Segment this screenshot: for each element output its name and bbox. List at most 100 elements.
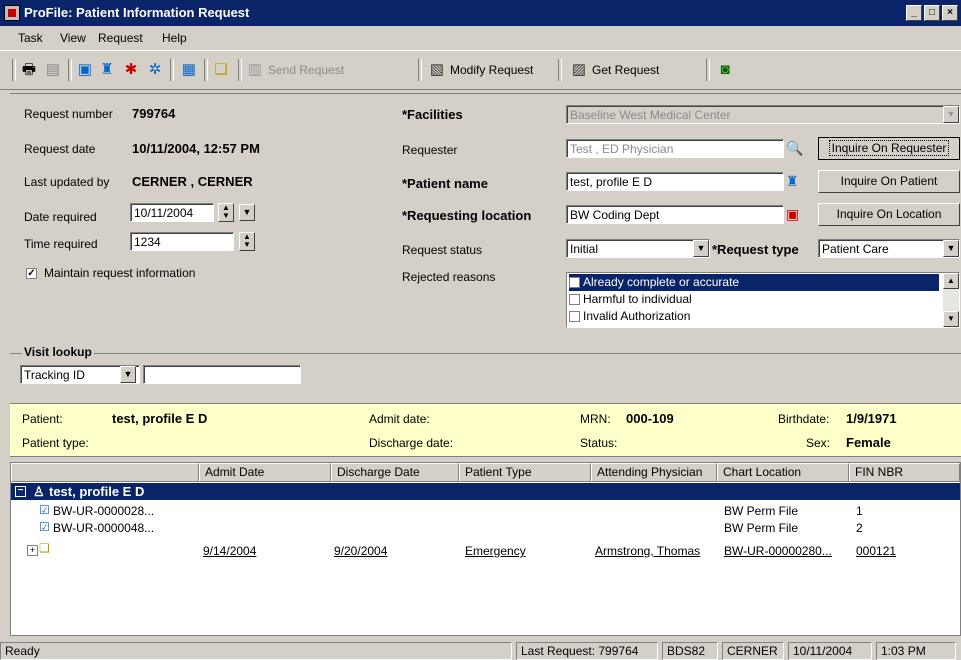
request-status-select[interactable]: Initial [566,239,710,258]
tree-row-admit-date[interactable]: 9/14/2004 [203,544,256,558]
tree-root-row[interactable]: − ♙ test, profile E D [11,483,960,500]
encounter-icon: ❏ [39,541,50,555]
facilities-label: *Facilities [402,107,463,122]
title-bar: ProFile: Patient Information Request _ □… [0,0,961,26]
tree-row-fin: 1 [856,504,863,518]
grid-header-tree[interactable] [11,463,199,482]
banner-sex-value: Female [846,435,891,450]
requesting-location-input[interactable]: BW Coding Dept [566,205,784,224]
inquire-patient-button[interactable]: Inquire On Patient [818,170,960,193]
grid-header-fin-nbr[interactable]: FIN NBR [849,463,960,482]
banner-birthdate-value: 1/9/1971 [846,411,897,426]
grid-header-chart-location[interactable]: Chart Location [717,463,849,482]
folder-icon[interactable]: ❏ [212,61,230,79]
tree-row-chart-location: BW Perm File [724,521,799,535]
menu-bar: Task View Request Help [0,27,961,49]
location-icon[interactable]: ▣ [786,206,799,223]
find-patient-icon[interactable]: ♜ [786,173,799,190]
person-add-icon[interactable]: ✲ [146,61,164,79]
banner-mrn-value: 000-109 [626,411,674,426]
request-type-dropdown-arrow[interactable]: ▼ [943,240,959,257]
rejected-reasons-list[interactable]: Already complete or accurate Harmful to … [566,272,960,328]
toolbar-separator [204,59,208,81]
maximize-button[interactable]: □ [924,5,940,21]
refresh-icon[interactable]: ◙ [716,61,734,79]
rejected-reasons-scrollbar[interactable]: ▲ ▼ [943,273,959,327]
scroll-down-icon[interactable]: ▼ [943,311,959,327]
scroll-up-icon[interactable]: ▲ [943,273,959,289]
date-required-input[interactable]: 10/11/2004 [130,203,214,222]
rejected-reason-item[interactable]: Already complete or accurate [569,274,939,291]
app-icon [4,5,20,21]
tree-row-physician[interactable]: Armstrong, Thomas [595,544,700,558]
grid-header-discharge-date[interactable]: Discharge Date [331,463,459,482]
time-required-spinner[interactable]: ▲ ▼ [239,232,255,251]
time-required-label: Time required [24,237,98,251]
modify-request-icon[interactable]: ▧ [428,61,446,79]
rejected-reason-item[interactable]: Harmful to individual [569,291,939,308]
tree-root-label: test, profile E D [49,484,145,499]
tree-row-discharge-date[interactable]: 9/20/2004 [334,544,387,558]
checked-icon[interactable]: ☑ [39,503,50,517]
inquire-requester-button[interactable]: Inquire On Requester [818,137,960,160]
date-required-spinner[interactable]: ▲ ▼ [218,203,234,222]
request-type-select[interactable]: Patient Care [818,239,960,258]
find-person-icon[interactable]: ♜ [98,61,116,79]
banner-patient-type-label: Patient type: [22,436,89,450]
grid-header-patient-type[interactable]: Patient Type [459,463,591,482]
maintain-request-label: Maintain request information [44,266,196,280]
patient-name-input[interactable]: test, profile E D [566,172,784,191]
calculator-icon[interactable]: ▦ [180,61,198,79]
checked-icon[interactable]: ☑ [39,520,50,534]
patient-name-label: *Patient name [402,176,488,191]
send-request-button: Send Request [268,63,345,77]
collapse-icon[interactable]: − [15,486,26,497]
encounter-grid[interactable]: Admit Date Discharge Date Patient Type A… [10,462,961,636]
close-button[interactable]: × [942,5,958,21]
person-icon[interactable]: ✱ [122,61,140,79]
status-last-request: Last Request: 799764 [516,642,658,660]
visit-lookup-input[interactable] [143,365,301,384]
toolbar-separator [238,59,242,81]
status-user: CERNER [722,642,784,660]
date-required-dropdown[interactable]: ▼ [239,204,255,221]
facilities-dropdown-arrow[interactable]: ▼ [943,106,959,123]
expand-icon[interactable]: + [27,545,38,556]
inquire-location-button[interactable]: Inquire On Location [818,203,960,226]
menu-request[interactable]: Request [98,31,143,45]
last-updated-label: Last updated by [24,175,110,189]
facilities-select[interactable]: Baseline West Medical Center [566,105,960,124]
tree-row-fin[interactable]: 000121 [856,544,896,558]
menu-task[interactable]: Task [18,31,43,45]
status-date: 10/11/2004 [788,642,872,660]
toolbar-separator [558,59,562,81]
request-status-label: Request status [402,243,483,257]
request-number-value: 799764 [132,106,176,121]
request-date-value: 10/11/2004, 12:57 PM [132,141,260,156]
banner-mrn-label: MRN: [580,412,611,426]
rejected-reason-item[interactable]: Invalid Authorization [569,308,939,325]
get-request-icon[interactable]: ▨ [570,61,588,79]
menu-view[interactable]: View [60,31,86,45]
requester-input[interactable]: Test , ED Physician [566,139,784,158]
report-icon[interactable]: ▣ [76,61,94,79]
request-status-dropdown-arrow[interactable]: ▼ [693,240,709,257]
grid-header-admit-date[interactable]: Admit Date [199,463,331,482]
toolbar-separator [418,59,422,81]
maintain-request-checkbox[interactable]: ✓ [26,268,37,279]
tree-row-chart-location[interactable]: BW-UR-00000280... [724,544,832,558]
modify-request-button[interactable]: Modify Request [450,63,533,77]
get-request-button[interactable]: Get Request [592,63,659,77]
grid-header-attending-physician[interactable]: Attending Physician [591,463,717,482]
preview-icon[interactable]: ▤ [44,61,62,79]
requester-label: Requester [402,143,458,157]
minimize-button[interactable]: _ [906,5,922,21]
menu-help[interactable]: Help [162,31,187,45]
visit-lookup-dropdown-arrow[interactable]: ▼ [120,366,136,383]
toolbar-separator [170,59,174,81]
time-required-input[interactable]: 1234 [130,232,234,251]
binoculars-icon[interactable]: 🔍 [786,140,803,157]
print-icon[interactable]: 🖶 [20,61,38,79]
toolbar-separator [706,59,710,81]
tree-row-patient-type[interactable]: Emergency [465,544,526,558]
